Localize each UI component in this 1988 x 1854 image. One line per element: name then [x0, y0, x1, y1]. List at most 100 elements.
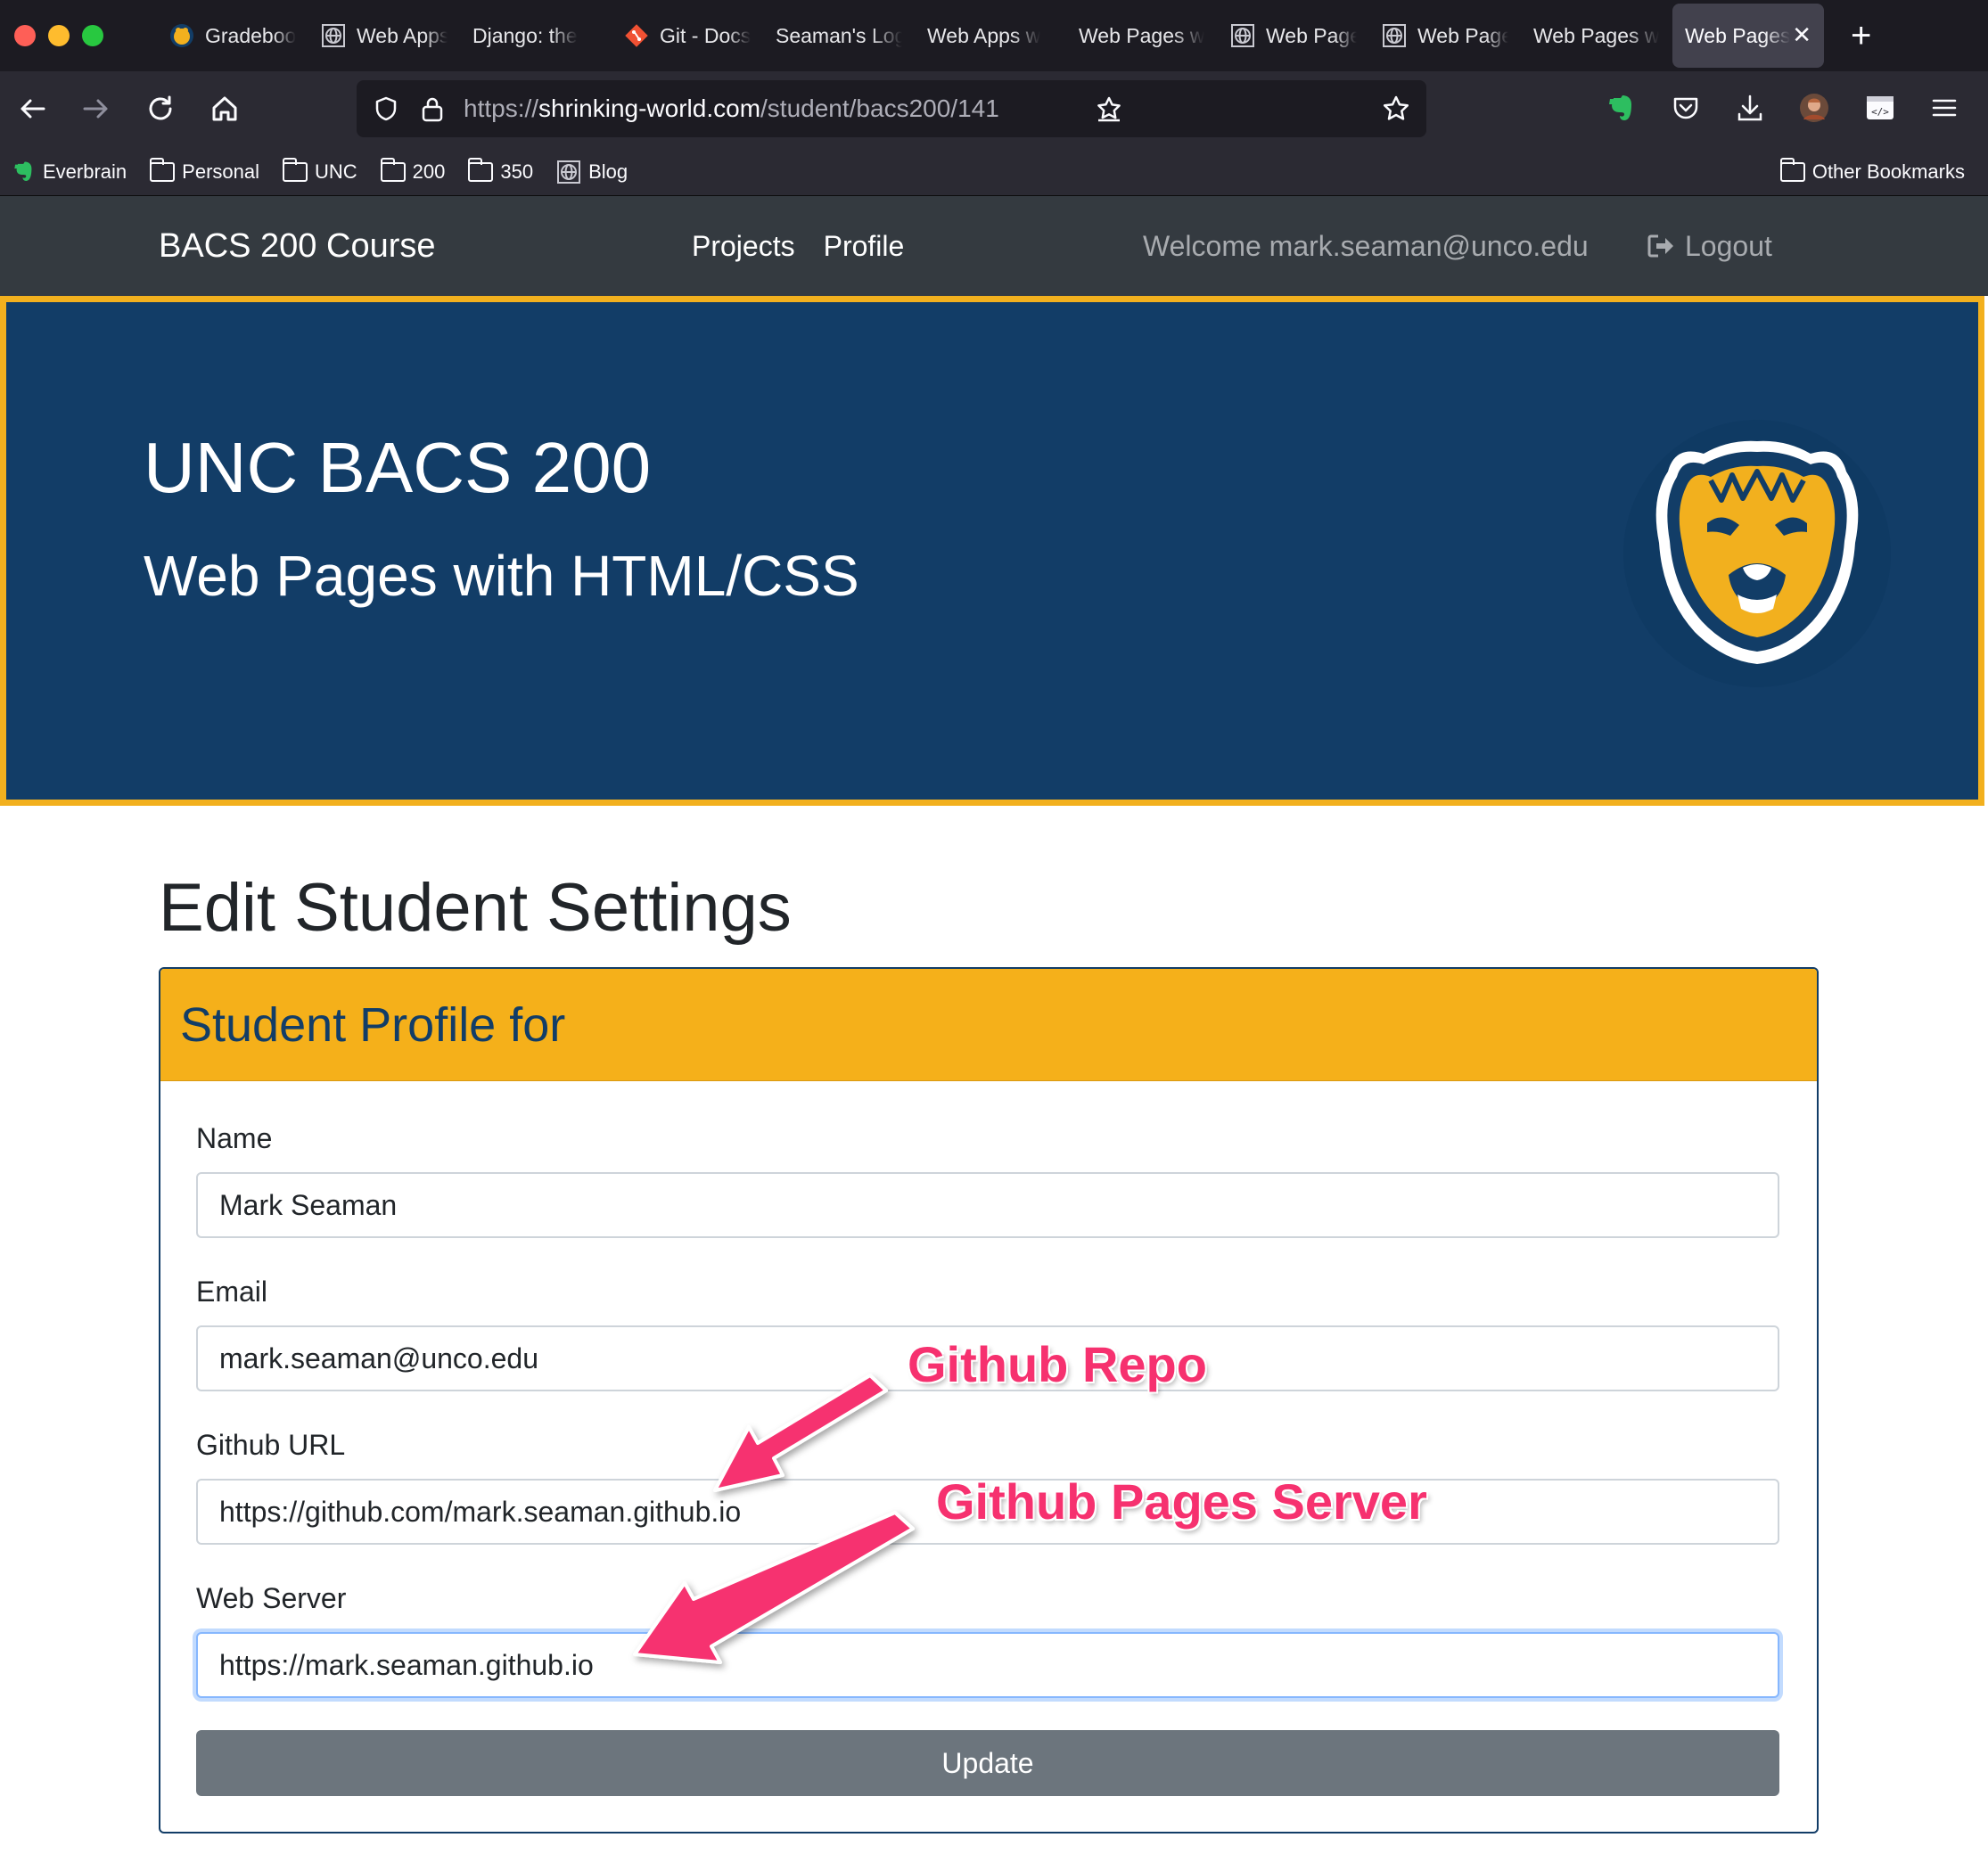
logout-link[interactable]: Logout	[1646, 230, 1772, 263]
tab-web-apps-w[interactable]: Web Apps w	[915, 4, 1066, 68]
folder-icon	[1779, 157, 1805, 182]
close-tab-icon[interactable]: ✕	[1792, 21, 1811, 49]
tab-title: Git - Docs	[660, 23, 751, 47]
bookmark-folder-200[interactable]: 200	[380, 157, 446, 184]
nav-link-projects[interactable]: Projects	[692, 230, 795, 263]
back-button[interactable]	[14, 91, 50, 127]
bookmark-folder-350[interactable]: 350	[468, 157, 533, 184]
new-tab-button[interactable]: +	[1851, 18, 1871, 53]
tab-web-pages-active[interactable]: Web Pages ✕	[1672, 4, 1824, 68]
svg-text:</>: </>	[1871, 106, 1889, 118]
url-scheme: https://	[464, 94, 539, 122]
window-controls	[14, 25, 103, 46]
card-title: Student Profile for	[180, 997, 566, 1052]
home-icon	[212, 96, 237, 121]
hamburger-menu-icon[interactable]	[1929, 93, 1959, 123]
tab-gradebook[interactable]: Gradebook	[157, 4, 308, 68]
home-button[interactable]	[207, 91, 242, 127]
site-navbar: BACS 200 Course Projects Profile Welcome…	[0, 196, 1988, 296]
tab-web-pages-2[interactable]: Web Pages	[1369, 4, 1521, 68]
bookmark-folder-personal[interactable]: Personal	[150, 157, 259, 184]
tab-seamans-log[interactable]: Seaman's Log	[763, 4, 915, 68]
tab-web-pages-3[interactable]: Web Pages w	[1521, 4, 1672, 68]
tracking-shield-icon[interactable]	[373, 95, 399, 122]
nav-link-profile[interactable]: Profile	[824, 230, 905, 263]
other-bookmarks-label: Other Bookmarks	[1811, 160, 1965, 183]
bookmark-folder-unc[interactable]: UNC	[283, 157, 357, 184]
welcome-message: Welcome mark.seaman@unco.edu	[1143, 229, 1589, 262]
bookmark-blog[interactable]: Blog	[556, 160, 628, 185]
name-field[interactable]	[196, 1172, 1779, 1238]
tab-web-apps[interactable]: Web Apps	[308, 4, 460, 68]
reload-icon	[149, 95, 172, 120]
close-window-button[interactable]	[14, 25, 36, 46]
folder-icon	[468, 157, 494, 182]
web-server-field[interactable]	[196, 1632, 1779, 1698]
card-header: Student Profile for	[160, 969, 1817, 1081]
bookmark-label: 200	[412, 160, 446, 183]
dev-tools-icon[interactable]: </>	[1865, 94, 1895, 121]
tab-django[interactable]: Django: the	[460, 4, 612, 68]
forward-arrow-icon	[83, 99, 108, 119]
minimize-window-button[interactable]	[48, 25, 70, 46]
reload-button[interactable]	[143, 91, 178, 127]
tab-web-pages-w[interactable]: Web Pages w	[1066, 4, 1218, 68]
site-brand[interactable]: BACS 200 Course	[159, 227, 436, 266]
name-label: Name	[196, 1122, 273, 1154]
student-profile-card: Student Profile for Name Email Github UR…	[159, 967, 1819, 1833]
folder-icon	[150, 157, 176, 182]
tab-title: Web Apps w	[927, 23, 1041, 47]
folder-icon	[380, 157, 406, 182]
url-text[interactable]: https://shrinking-world.com/student/bacs…	[464, 94, 999, 123]
zoom-window-button[interactable]	[82, 25, 103, 46]
bookmark-label: Personal	[182, 160, 259, 183]
logout-icon	[1647, 234, 1673, 258]
pocket-icon[interactable]	[1671, 93, 1701, 123]
globe-icon	[1230, 23, 1255, 48]
url-host: shrinking-world.com	[538, 94, 761, 122]
lock-icon[interactable]	[421, 95, 444, 122]
tab-title: Web Apps	[357, 23, 448, 47]
tab-title: Web Pages	[1266, 23, 1357, 47]
tab-web-pages-1[interactable]: Web Pages	[1218, 4, 1369, 68]
url-path: /student/bacs200/141	[760, 94, 999, 122]
hero-subtitle: Web Pages with HTML/CSS	[144, 544, 859, 608]
other-bookmarks[interactable]: Other Bookmarks	[1779, 157, 1965, 184]
unc-bear-logo	[1623, 420, 1891, 687]
url-bar[interactable]: https://shrinking-world.com/student/bacs…	[357, 80, 1426, 137]
download-icon[interactable]	[1735, 93, 1765, 123]
bookmark-label: UNC	[315, 160, 357, 183]
page-title: Edit Student Settings	[159, 870, 792, 946]
git-icon	[624, 23, 649, 48]
site-nav-links: Projects Profile	[692, 230, 904, 263]
evernote-icon[interactable]	[1606, 93, 1637, 125]
tab-title: Web Pages	[1417, 23, 1508, 47]
bookmarks-bar: Everbrain Personal UNC 200 350 Blog Othe…	[0, 148, 1988, 196]
github-url-label: Github URL	[196, 1429, 346, 1461]
email-label: Email	[196, 1276, 268, 1308]
back-arrow-icon	[21, 99, 45, 119]
bookmark-star-icon[interactable]	[1382, 94, 1410, 123]
bookmark-label: Blog	[588, 160, 628, 183]
web-server-label: Web Server	[196, 1582, 347, 1614]
unc-bear-icon	[169, 23, 194, 48]
hero-title: UNC BACS 200	[144, 428, 652, 507]
folder-icon	[283, 157, 308, 182]
globe-icon	[556, 160, 581, 185]
update-button[interactable]: Update	[196, 1730, 1779, 1796]
reading-list-star-icon[interactable]	[1095, 94, 1123, 123]
evernote-icon	[12, 160, 36, 185]
forward-button[interactable]	[78, 91, 114, 127]
tab-title: Web Pages w	[1079, 23, 1205, 47]
tab-title: Web Pages	[1685, 23, 1791, 47]
annotation-github-repo: Github Repo	[908, 1336, 1207, 1392]
bookmark-everbrain[interactable]: Everbrain	[12, 160, 127, 185]
tab-title: Seaman's Log	[776, 23, 902, 47]
profile-avatar-icon[interactable]	[1799, 93, 1829, 123]
tab-strip: Gradebook Web Apps Django: the Git - Doc…	[157, 0, 1824, 71]
tab-git-docs[interactable]: Git - Docs	[612, 4, 763, 68]
bookmark-label: Everbrain	[43, 160, 127, 183]
browser-tab-bar: Gradebook Web Apps Django: the Git - Doc…	[0, 0, 1988, 71]
tab-title: Django: the	[472, 23, 578, 47]
browser-toolbar: https://shrinking-world.com/student/bacs…	[0, 71, 1988, 148]
